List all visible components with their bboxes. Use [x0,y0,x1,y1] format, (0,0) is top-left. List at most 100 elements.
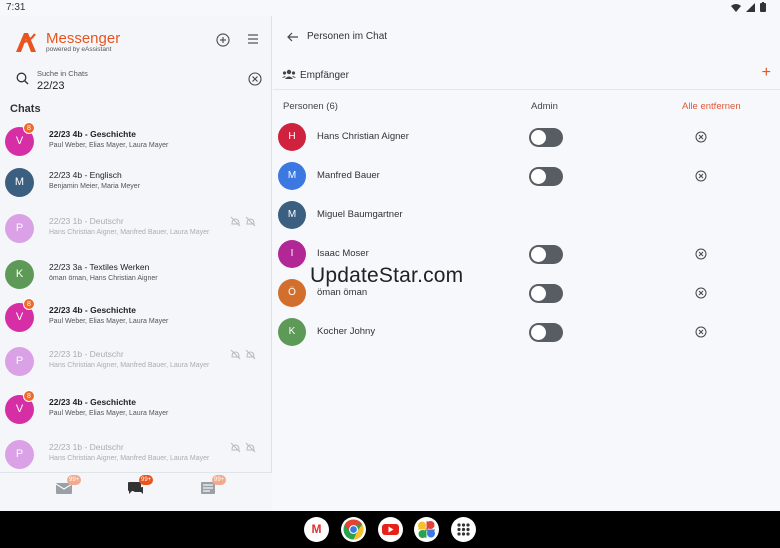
new-chat-icon[interactable] [215,33,231,49]
chat-item[interactable]: K 22/23 3a - Textiles Werken öman öman, … [0,253,272,299]
nav-chats[interactable]: 99+ [127,475,154,499]
person-row: K Kocher Johny [273,313,780,352]
muted-icon [245,216,256,227]
remove-all-button[interactable]: Alle entfernen [682,101,741,112]
person-avatar: K [278,318,306,346]
add-recipient-icon[interactable]: + [762,64,771,82]
nav-mail[interactable]: 99+ [55,475,82,499]
menu-icon[interactable] [245,33,261,49]
person-name: Kocher Johny [317,326,376,337]
admin-toggle[interactable] [529,167,563,186]
chats-heading: Chats [10,103,41,115]
chat-item[interactable]: V 8 22/23 4b - Geschichte Paul Weber, El… [0,388,272,434]
person-avatar: Ö [278,279,306,307]
toggle-knob [531,247,546,262]
chat-title: 22/23 1b - Deutschr [49,442,124,452]
admin-toggle[interactable] [529,245,563,264]
admin-toggle[interactable] [529,323,563,342]
youtube-icon[interactable] [378,517,403,542]
chat-title: 22/23 4b - Englisch [49,170,122,180]
chat-title: 22/23 1b - Deutschr [49,349,124,359]
person-avatar: M [278,201,306,229]
chat-title: 22/23 4b - Geschichte [49,129,136,139]
app-drawer-icon[interactable] [451,517,476,542]
status-bar: 7:31 [0,0,780,16]
search-label: Suche in Chats [37,69,88,78]
muted-icon [230,442,241,453]
nav-badge: 99+ [139,475,154,485]
gmail-icon[interactable]: M [304,517,329,542]
watermark-text: UpdateStar.com [310,264,464,287]
remove-person-icon[interactable] [695,287,707,299]
signal-icon [746,2,755,12]
clear-search-icon[interactable] [248,72,262,86]
chat-members: Benjamin Meier, Maria Meyer [49,183,141,190]
person-row: M Miguel Baumgartner [273,196,780,235]
remove-person-icon[interactable] [695,131,707,143]
muted-icon [230,216,241,227]
person-name: Isaac Moser [317,248,369,259]
page-title: Personen im Chat [307,31,388,42]
system-icons [731,2,766,12]
chat-item[interactable]: P 22/23 1b - Deutschr Hans Christian Aig… [0,207,272,253]
recipients-row: Empfänger + [273,64,780,90]
app-tagline: powered by eAssistant [46,45,112,53]
chat-title: 22/23 4b - Geschichte [49,397,136,407]
app-name: Messenger [46,29,121,47]
search-field[interactable]: Suche in Chats 22/23 [10,66,262,94]
chat-item[interactable]: V 8 22/23 4b - Geschichte Paul Weber, El… [0,296,272,342]
chat-title: 22/23 1b - Deutschr [49,216,124,226]
chat-members: öman öman, Hans Christian Aigner [49,275,158,282]
chat-avatar: P [5,440,34,469]
chat-item[interactable]: M 22/23 4b - Englisch Benjamin Meier, Ma… [0,161,272,207]
person-name: Miguel Baumgartner [317,209,403,220]
person-avatar: I [278,240,306,268]
person-row: M Manfred Bauer [273,157,780,196]
chat-list-panel: Messenger powered by eAssistant Suche in… [0,16,272,511]
toggle-knob [531,325,546,340]
chrome-icon[interactable] [341,517,366,542]
muted-icon [230,349,241,360]
chat-item[interactable]: P 22/23 1b - Deutschr Hans Christian Aig… [0,340,272,386]
back-arrow-icon[interactable] [287,30,299,45]
status-time: 7:31 [6,2,26,13]
chat-avatar: P [5,214,34,243]
unread-badge: 8 [23,122,35,134]
nav-badge: 99+ [212,475,227,485]
messenger-logo-icon [16,33,36,52]
admin-toggle[interactable] [529,284,563,303]
remove-person-icon[interactable] [695,248,707,260]
search-input[interactable]: 22/23 [37,80,65,92]
remove-person-icon[interactable] [695,326,707,338]
nav-news[interactable]: 99+ [200,475,227,499]
chat-members: Paul Weber, Elias Mayer, Laura Mayer [49,410,169,417]
admin-toggle[interactable] [529,128,563,147]
person-avatar: M [278,162,306,190]
chat-avatar: K [5,260,34,289]
chat-members: Hans Christian Aigner, Manfred Bauer, La… [49,229,210,236]
app-brand: Messenger powered by eAssistant [14,30,120,54]
app-dock: M [0,511,780,548]
toggle-knob [531,169,546,184]
remove-person-icon[interactable] [695,170,707,182]
chat-avatar: M [5,168,34,197]
admin-header: Admin [531,101,558,112]
photos-icon[interactable] [414,517,439,542]
muted-icon [245,442,256,453]
search-icon [16,72,29,85]
chat-members: Hans Christian Aigner, Manfred Bauer, La… [49,455,210,462]
battery-icon [760,2,766,12]
chat-item[interactable]: V 8 22/23 4b - Geschichte Paul Weber, El… [0,120,272,166]
group-icon [282,69,296,79]
chat-avatar: P [5,347,34,376]
unread-badge: 8 [23,390,35,402]
persons-header: Personen (6) [283,101,338,112]
chat-members: Paul Weber, Elias Mayer, Laura Mayer [49,318,169,325]
person-avatar: H [278,123,306,151]
toggle-knob [531,130,546,145]
person-name: Hans Christian Aigner [317,131,409,142]
unread-badge: 8 [23,298,35,310]
chat-title: 22/23 3a - Textiles Werken [49,262,150,272]
recipients-label: Empfänger [300,70,349,81]
nav-badge: 99+ [67,475,82,485]
